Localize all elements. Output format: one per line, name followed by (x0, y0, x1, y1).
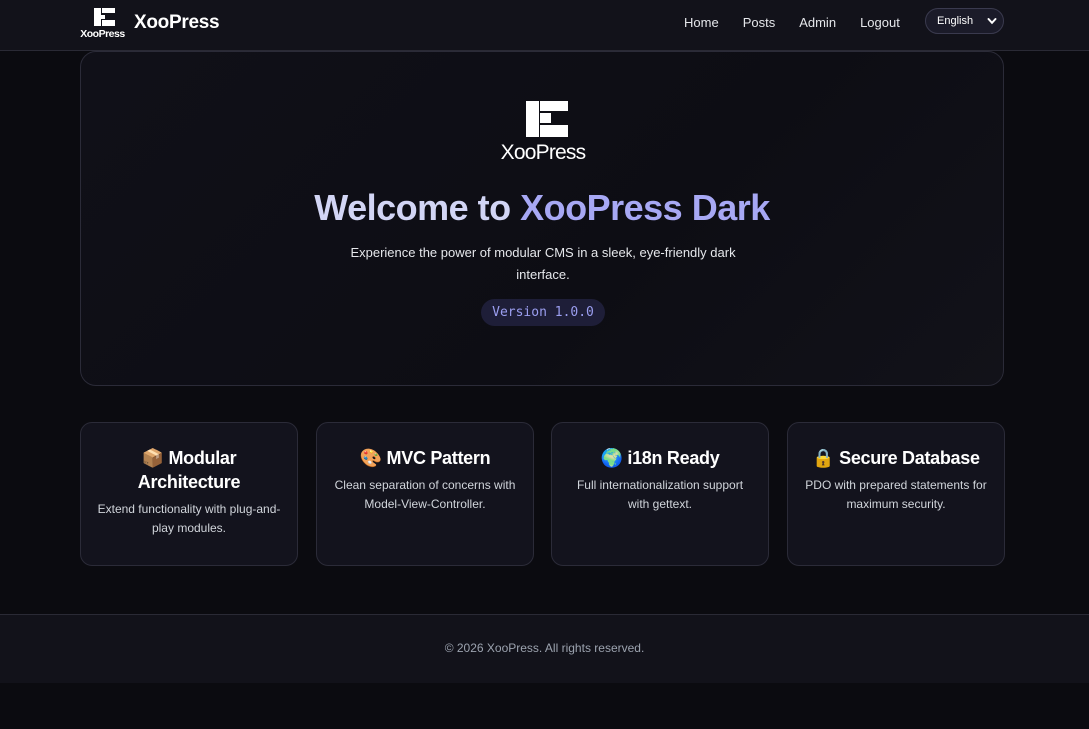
feature-title: 📦 Modular Architecture (137, 448, 241, 492)
globe-icon: 🌍 (600, 448, 623, 468)
footer-copyright: © 2026 XooPress. All rights reserved. (444, 641, 645, 655)
nav-link-home[interactable]: Home (672, 0, 731, 45)
feature-card-security: 🔒 Secure Database PDO with prepared stat… (787, 422, 1005, 566)
footer: © 2026 XooPress. All rights reserved. (0, 614, 1089, 683)
palette-icon: 🎨 (359, 448, 382, 468)
language-select[interactable]: English (925, 8, 1004, 34)
xoopress-hero-logo: XooPress (501, 101, 586, 161)
feature-title: 🔒 Secure Database (812, 448, 980, 468)
xoopress-logo-icon: XooPress (80, 8, 125, 39)
hero-title-part1: Welcome to (314, 187, 521, 228)
version-badge: Version 1.0.0 (481, 299, 605, 326)
brand-link[interactable]: XooPress XooPress (80, 7, 220, 39)
feature-card-modular: 📦 Modular Architecture Extend functional… (80, 422, 298, 566)
lock-icon: 🔒 (812, 448, 835, 468)
feature-description: PDO with prepared statements for maximum… (805, 478, 987, 511)
nav-link-admin[interactable]: Admin (787, 0, 848, 45)
navbar: XooPress XooPress Home Posts Admin Logou… (0, 0, 1089, 51)
main-nav: Home Posts Admin Logout (672, 0, 912, 45)
feature-description: Full internationalization support with g… (576, 478, 744, 511)
hero-title: Welcome to XooPress Dark (81, 187, 1003, 229)
feature-title: 🌍 i18n Ready (600, 448, 720, 468)
feature-description: Clean separation of concerns with Model-… (334, 478, 516, 511)
svg-text:XooPress: XooPress (80, 28, 125, 39)
svg-text:XooPress: XooPress (501, 141, 586, 161)
nav-link-posts[interactable]: Posts (731, 0, 788, 45)
feature-description: Extend functionality with plug-and-play … (97, 502, 281, 535)
hero-title-part2: XooPress Dark (520, 187, 770, 228)
feature-card-mvc: 🎨 MVC Pattern Clean separation of concer… (316, 422, 534, 566)
feature-title: 🎨 MVC Pattern (359, 448, 491, 468)
language-select-value: English (937, 15, 974, 27)
hero-panel: XooPress Welcome to XooPress Dark Experi… (80, 51, 1004, 386)
hero-subtitle: Experience the power of modular CMS in a… (350, 245, 736, 282)
nav-link-logout[interactable]: Logout (848, 0, 912, 45)
chevron-down-icon (987, 18, 997, 25)
package-icon: 📦 (141, 448, 164, 468)
brand-name: XooPress (134, 12, 220, 33)
feature-card-i18n: 🌍 i18n Ready Full internationalization s… (551, 422, 769, 566)
